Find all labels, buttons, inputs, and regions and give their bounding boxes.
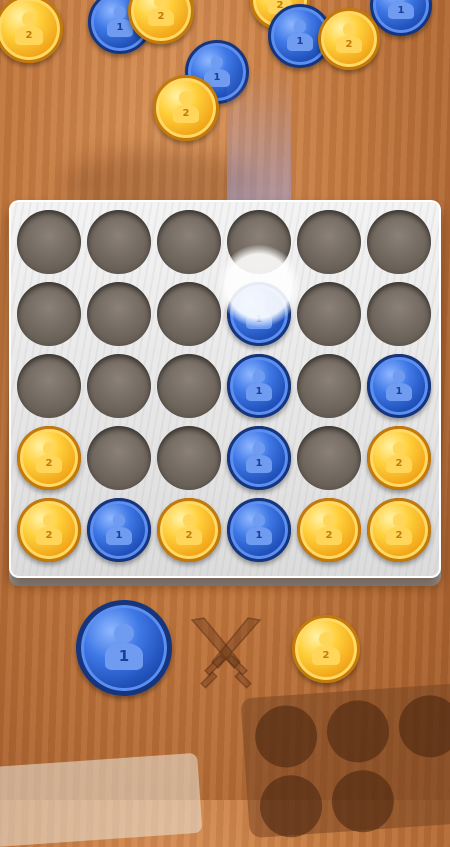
board-cell[interactable]: 2 [367,498,431,562]
player2-turn-coin[interactable]: 2 [292,615,360,683]
player1-coin: 1 [227,354,291,418]
board-cell[interactable]: 2 [17,498,81,562]
coin-label: 1 [213,72,221,84]
coin-label: 2 [185,530,193,542]
coin-label: 1 [255,458,263,470]
game-board[interactable]: 111212212122 [9,200,441,578]
coin-label: 2 [325,530,333,542]
decor-coin: 2 [153,75,219,141]
coin-label: 2 [45,530,53,542]
board-cell[interactable]: 1 [227,426,291,490]
player2-coin: 2 [297,498,361,562]
board-cell[interactable] [297,210,361,274]
coin-label: 2 [45,458,53,470]
board-cell[interactable] [297,354,361,418]
decor-coin: 1 [370,0,432,36]
person-icon: 1 [383,369,415,402]
board-cell[interactable] [367,282,431,346]
board-cell[interactable] [87,354,151,418]
board-cell[interactable] [17,210,81,274]
player2-label: 2 [322,649,330,661]
board-cell[interactable] [17,282,81,346]
coin-label: 1 [395,386,403,398]
coin-label: 1 [255,530,263,542]
board-cell[interactable] [157,282,221,346]
coin-label: 1 [255,386,263,398]
coin-label: 1 [397,4,405,16]
person-icon: 1 [103,513,135,546]
board-cell[interactable]: 1 [227,354,291,418]
player2-coin: 2 [157,498,221,562]
board-cell[interactable]: 2 [157,498,221,562]
coin-label: 1 [116,22,124,34]
board-cell[interactable] [87,210,151,274]
player1-coin: 1 [367,354,431,418]
decor-coin: 2 [0,0,63,63]
spare-board-tray [240,681,450,840]
coin-label: 2 [25,29,33,41]
active-coin-glow [218,245,300,327]
person-icon: 1 [243,369,275,402]
person-icon: 2 [144,0,178,28]
player1-coin: 1 [227,498,291,562]
coin-label: 2 [395,530,403,542]
board-cell[interactable] [297,282,361,346]
person-icon: 2 [173,513,205,546]
decor-coin: 2 [318,8,380,70]
person-icon: 1 [100,623,148,672]
board-cell[interactable]: 1 [227,498,291,562]
board-cell[interactable] [367,210,431,274]
person-icon: 1 [243,513,275,546]
coin-label: 2 [157,11,165,23]
person-icon: 2 [33,441,65,474]
coin-label: 1 [296,36,304,48]
board-cell[interactable]: 2 [297,498,361,562]
person-icon: 2 [313,513,345,546]
board-cell[interactable] [17,354,81,418]
person-icon: 2 [333,23,364,54]
board-cell[interactable]: 1 [87,498,151,562]
person-icon: 2 [309,631,344,667]
crossed-swords-icon [190,617,262,689]
board-cell[interactable] [157,210,221,274]
person-icon: 2 [12,11,47,47]
coin-label: 2 [395,458,403,470]
board-cell[interactable] [87,426,151,490]
board-cell[interactable] [87,282,151,346]
player1-turn-coin[interactable]: 1 [76,600,172,696]
coin-label: 2 [182,108,190,120]
board-cell[interactable]: 1 [367,354,431,418]
player1-coin: 1 [87,498,151,562]
player2-coin: 2 [17,426,81,490]
person-icon: 2 [383,513,415,546]
board-cell[interactable] [157,426,221,490]
board-cell[interactable]: 2 [17,426,81,490]
coin-label: 1 [115,530,123,542]
person-icon: 1 [243,441,275,474]
person-icon: 2 [169,91,203,125]
coin-label: 2 [345,38,353,50]
player2-coin: 2 [367,498,431,562]
person-icon: 1 [284,19,316,52]
person-icon: 2 [33,513,65,546]
player2-coin: 2 [367,426,431,490]
player2-coin: 2 [17,498,81,562]
player1-label: 1 [118,647,130,666]
board-cell[interactable] [297,426,361,490]
player1-coin: 1 [227,426,291,490]
board-cell[interactable] [157,354,221,418]
person-icon: 2 [383,441,415,474]
board-cell[interactable]: 2 [367,426,431,490]
person-icon: 1 [385,0,416,21]
